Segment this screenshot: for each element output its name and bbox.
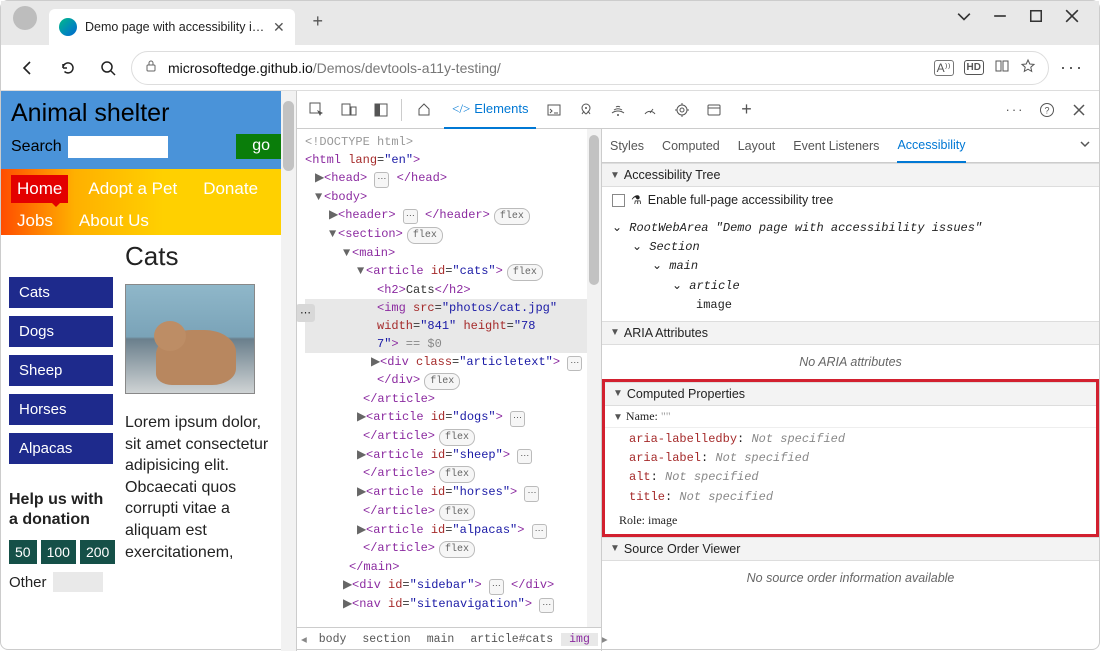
donate-200[interactable]: 200 (80, 540, 115, 564)
search-input[interactable] (68, 136, 168, 158)
inspect-icon[interactable] (303, 96, 331, 124)
tab-title: Demo page with accessibility issu (85, 20, 265, 34)
nav-jobs[interactable]: Jobs (11, 207, 59, 235)
nav-active-arrow-icon (49, 200, 63, 207)
flask-icon: ⚗ (631, 193, 642, 207)
devtools-more-icon[interactable]: ··· (1001, 96, 1029, 124)
search-label: Search (11, 138, 62, 156)
nav-donate[interactable]: Donate (197, 175, 264, 203)
sidebar-item-alpacas[interactable]: Alpacas (9, 433, 113, 464)
chevron-down-icon[interactable] (1079, 138, 1091, 153)
no-aria-text: No ARIA attributes (602, 345, 1099, 379)
accessibility-pane: Styles Computed Layout Event Listeners A… (602, 129, 1099, 651)
close-tab-icon[interactable]: ✕ (273, 19, 285, 36)
donate-100[interactable]: 100 (41, 540, 76, 564)
fullpage-checkbox[interactable] (612, 194, 625, 207)
sources-tab-icon[interactable] (572, 96, 600, 124)
article-text: Lorem ipsum dolor, sit amet consectetur … (125, 412, 271, 563)
rendered-page: Animal shelter Search go Home Adopt a Pe… (1, 91, 296, 651)
article-heading: Cats (125, 241, 271, 272)
elements-tab[interactable]: </>Elements (444, 91, 536, 129)
page-scrollbar[interactable] (281, 91, 296, 651)
device-icon[interactable] (335, 96, 363, 124)
svg-text:?: ? (1044, 105, 1049, 115)
nav-adopt[interactable]: Adopt a Pet (82, 175, 183, 203)
welcome-tab[interactable] (408, 91, 440, 129)
lock-icon (144, 59, 158, 76)
accessibility-tab[interactable]: Accessibility (897, 129, 965, 163)
console-tab-icon[interactable] (540, 96, 568, 124)
favorite-icon[interactable] (1020, 58, 1036, 77)
more-tabs-icon[interactable]: + (732, 96, 760, 124)
profile-avatar[interactable] (13, 6, 37, 30)
donate-other-label: Other (9, 574, 47, 591)
donation-heading: Help us with a donation (9, 490, 113, 530)
event-listeners-tab[interactable]: Event Listeners (793, 139, 879, 153)
maximize-icon[interactable] (1029, 9, 1043, 26)
sidebar-item-dogs[interactable]: Dogs (9, 316, 113, 347)
aria-attributes-header[interactable]: ▼ARIA Attributes (602, 321, 1099, 345)
devtools-panel: </>Elements + ··· ? <!DOCTYPE html> <htm… (296, 91, 1099, 651)
application-tab-icon[interactable] (700, 96, 728, 124)
donate-other-input[interactable] (53, 572, 103, 592)
memory-tab-icon[interactable] (668, 96, 696, 124)
back-button[interactable] (11, 51, 45, 85)
more-button[interactable]: ··· (1055, 51, 1089, 85)
fullpage-label: Enable full-page accessibility tree (648, 193, 834, 207)
hd-icon[interactable]: HD (964, 60, 984, 75)
dom-hover-dots-icon[interactable]: ⋯ (297, 304, 315, 322)
computed-properties-highlight: ▼Computed Properties ▼ Name: "" aria-lab… (602, 379, 1099, 537)
layout-tab[interactable]: Layout (738, 139, 776, 153)
dom-selected-img[interactable]: <img src="photos/cat.jpg" (305, 299, 601, 317)
chevron-down-icon[interactable] (957, 9, 971, 26)
reader-icon[interactable] (994, 58, 1010, 77)
main-nav: Home Adopt a Pet Donate Jobs About Us (1, 169, 296, 235)
url-text: microsoftedge.github.io/Demos/devtools-a… (168, 60, 924, 76)
new-tab-button[interactable]: + (303, 6, 333, 36)
sidebar-item-horses[interactable]: Horses (9, 394, 113, 425)
a11y-tree-image[interactable]: image (612, 296, 1089, 315)
read-aloud-icon[interactable]: A⁾⁾ (934, 60, 954, 76)
dom-breadcrumb[interactable]: ◂ body section main article#cats img ▸ (297, 627, 601, 651)
page-title: Animal shelter (11, 99, 286, 128)
nav-home[interactable]: Home (11, 175, 68, 203)
edge-favicon-icon (59, 18, 77, 36)
search-button[interactable] (91, 51, 125, 85)
a11y-tree-header[interactable]: ▼Accessibility Tree (602, 163, 1099, 187)
donate-50[interactable]: 50 (9, 540, 37, 564)
dom-doctype: <!DOCTYPE html> (305, 133, 601, 151)
url-bar[interactable]: microsoftedge.github.io/Demos/devtools-a… (131, 51, 1049, 85)
sidebar-item-sheep[interactable]: Sheep (9, 355, 113, 386)
close-window-icon[interactable] (1065, 9, 1079, 26)
styles-tab[interactable]: Styles (610, 139, 644, 153)
go-button[interactable]: go (236, 134, 286, 159)
sidebar-item-cats[interactable]: Cats (9, 277, 113, 308)
dom-scrollbar[interactable] (587, 129, 601, 627)
browser-tab[interactable]: Demo page with accessibility issu ✕ (49, 9, 295, 45)
performance-tab-icon[interactable] (636, 96, 664, 124)
computed-tab[interactable]: Computed (662, 139, 720, 153)
dom-tree-pane[interactable]: <!DOCTYPE html> <html lang="en"> ▶<head>… (297, 129, 602, 651)
close-devtools-icon[interactable] (1065, 96, 1093, 124)
network-tab-icon[interactable] (604, 96, 632, 124)
minimize-icon[interactable] (993, 9, 1007, 26)
no-source-text: No source order information available (602, 561, 1099, 595)
refresh-button[interactable] (51, 51, 85, 85)
dock-icon[interactable] (367, 96, 395, 124)
help-icon[interactable]: ? (1033, 96, 1061, 124)
source-order-header[interactable]: ▼Source Order Viewer (602, 537, 1099, 561)
computed-properties-header[interactable]: ▼Computed Properties (605, 382, 1096, 406)
nav-about[interactable]: About Us (73, 207, 155, 235)
cat-image (125, 284, 255, 394)
